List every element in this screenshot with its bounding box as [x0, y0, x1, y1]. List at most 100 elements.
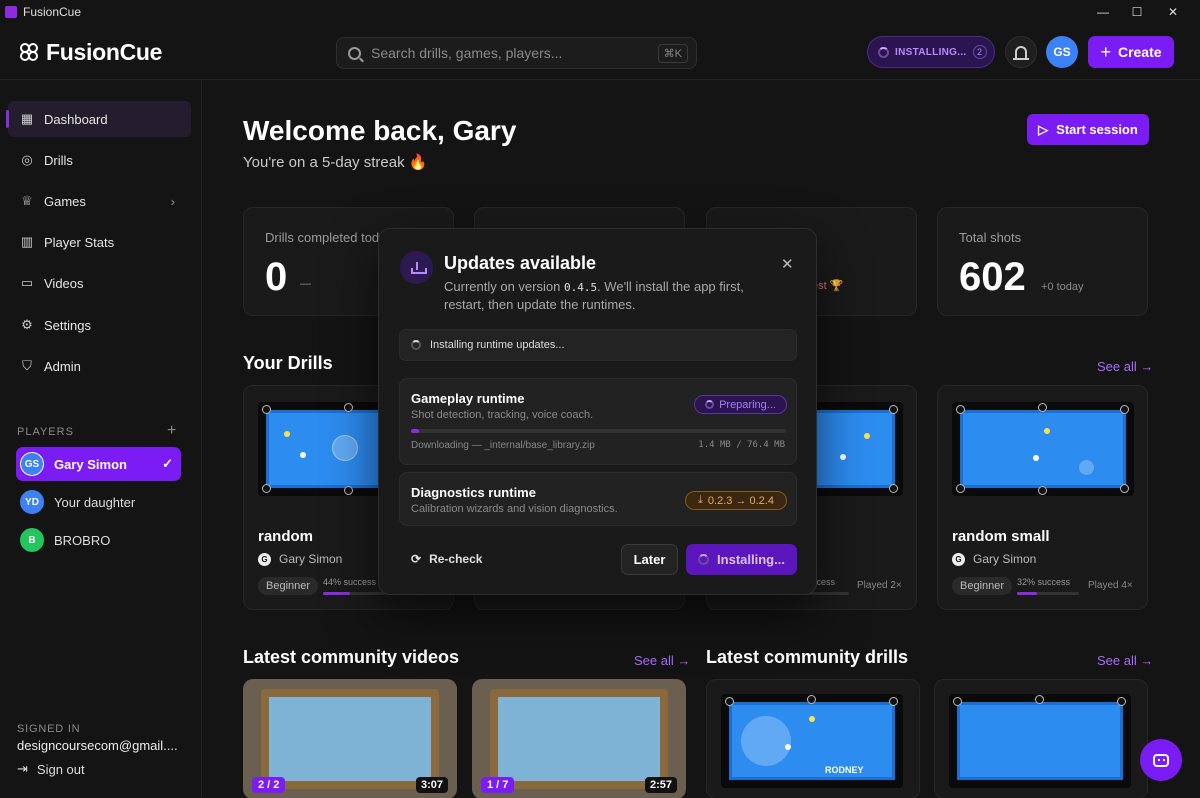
- modal-description: Currently on version 0.4.5. We'll instal…: [444, 279, 744, 312]
- spinner-icon: [705, 400, 715, 409]
- video-duration: 3:07: [415, 777, 448, 793]
- drill-card-random-small[interactable]: random small G Gary Simon Beginner 32% s…: [937, 385, 1148, 610]
- see-all-videos-link[interactable]: See all →: [634, 653, 690, 668]
- runtime-card-diagnostics: Diagnostics runtime Calibration wizards …: [399, 472, 797, 526]
- sidebar-item-videos[interactable]: ▭ Videos: [8, 265, 191, 301]
- version-change-pill: ⤓ 0.2.3 → 0.2.4: [685, 491, 787, 510]
- level-badge: Beginner: [258, 577, 319, 595]
- community-drills-title: Latest community drills: [706, 647, 909, 667]
- drill-author: G Gary Simon: [258, 552, 342, 566]
- download-file: Downloading — _internal/base_library.zip: [411, 440, 595, 451]
- bot-icon: [1153, 753, 1169, 767]
- signed-in-email: designcoursecom@gmail....: [17, 738, 178, 753]
- runtime-card-gameplay: Gameplay runtime Shot detection, trackin…: [399, 378, 797, 465]
- start-session-button[interactable]: ▷ Start session: [1027, 114, 1149, 145]
- download-progress-bar: [411, 429, 786, 433]
- author-icon: G: [258, 552, 271, 566]
- sidebar-item-label: Drills: [44, 152, 73, 168]
- player-avatar: GS: [20, 452, 44, 476]
- sign-out-label: Sign out: [36, 761, 85, 777]
- current-version: 0.4.5: [563, 281, 598, 294]
- sidebar-item-admin[interactable]: ⛉ Admin: [8, 348, 191, 384]
- notifications-button[interactable]: [1005, 36, 1037, 68]
- success-bar: [1017, 592, 1079, 595]
- installing-button[interactable]: Installing...: [686, 544, 797, 575]
- close-icon[interactable]: ✕: [781, 255, 794, 273]
- sign-out-button[interactable]: ⇥ Sign out: [17, 761, 85, 777]
- sidebar-item-label: Videos: [44, 275, 84, 291]
- streak-text: You're on a 5-day streak 🔥: [243, 154, 428, 171]
- chevron-right-icon: ›: [170, 193, 175, 209]
- drill-author: G Gary Simon: [952, 552, 1036, 566]
- video-index-badge: 2 / 2: [252, 777, 286, 793]
- refresh-icon: ⟳: [411, 552, 422, 566]
- success-bar: [323, 592, 385, 595]
- runtime-desc: Shot detection, tracking, voice coach.: [411, 409, 594, 421]
- spinner-icon: [698, 554, 710, 565]
- players-section-label: PLAYERS: [17, 426, 74, 438]
- shield-icon: ⛉: [22, 358, 32, 373]
- community-drill-card[interactable]: [934, 679, 1148, 798]
- sidebar-item-label: Settings: [44, 317, 91, 333]
- see-all-community-drills-link[interactable]: See all →: [1097, 653, 1153, 668]
- recheck-button[interactable]: ⟳ Re-check: [411, 552, 482, 566]
- pool-table-diagram: RODNEY: [721, 694, 903, 788]
- sidebar-item-player-stats[interactable]: ▥ Player Stats: [8, 224, 191, 260]
- runtime-state-pill: Preparing...: [694, 395, 787, 414]
- window-title: FusionCue: [23, 5, 82, 19]
- see-all-drills-link[interactable]: See all →: [1097, 359, 1153, 374]
- video-duration: 2:57: [644, 777, 677, 793]
- community-drill-card[interactable]: RODNEY: [706, 679, 920, 798]
- logo[interactable]: FusionCue: [20, 39, 162, 66]
- later-button[interactable]: Later: [621, 544, 678, 575]
- search-input[interactable]: [371, 45, 641, 61]
- user-avatar[interactable]: GS: [1046, 36, 1078, 68]
- player-name: Gary Simon: [54, 456, 127, 472]
- assistant-bot-button[interactable]: [1140, 739, 1182, 781]
- player-item-gary-simon[interactable]: GS Gary Simon ✓: [16, 447, 181, 481]
- runtime-desc: Calibration wizards and vision diagnosti…: [411, 503, 618, 515]
- app-icon: [5, 6, 17, 18]
- updates-modal: Updates available Currently on version 0…: [378, 228, 817, 595]
- sidebar-item-settings[interactable]: ⚙ Settings: [8, 307, 191, 343]
- close-window-button[interactable]: ✕: [1150, 0, 1196, 24]
- search-icon: [348, 46, 361, 60]
- search-shortcut: ⌘K: [657, 44, 688, 63]
- author-icon: G: [952, 552, 965, 566]
- search-bar[interactable]: ⌘K: [336, 37, 697, 69]
- installing-status-pill[interactable]: INSTALLING... 2: [867, 36, 995, 68]
- stat-label: Total shots: [959, 230, 1022, 245]
- video-index-badge: 1 / 7: [481, 777, 515, 793]
- spinner-icon: [878, 46, 889, 58]
- add-player-button[interactable]: +: [167, 422, 176, 440]
- player-item-your-daughter[interactable]: YD Your daughter: [16, 485, 181, 519]
- stat-sub: +0 today: [1041, 281, 1084, 293]
- sidebar-item-games[interactable]: ♕ Games ›: [8, 183, 191, 219]
- signed-in-label: SIGNED IN: [17, 723, 81, 735]
- video-thumbnail: [261, 689, 439, 789]
- success-rate: 32% success: [1017, 577, 1071, 587]
- sign-out-icon: ⇥: [17, 761, 28, 776]
- sidebar-item-drills[interactable]: ◎ Drills: [8, 142, 191, 178]
- player-item-brobro[interactable]: B BROBRO: [16, 523, 181, 557]
- runtime-name: Gameplay runtime: [411, 391, 525, 406]
- played-count: Played 2×: [857, 580, 902, 591]
- community-drill-label: RODNEY: [825, 765, 864, 775]
- download-icon: [400, 251, 433, 284]
- player-avatar: YD: [20, 490, 44, 514]
- your-drills-title: Your Drills: [243, 353, 333, 373]
- video-card[interactable]: 1 / 7 2:57: [472, 679, 686, 798]
- player-name: Your daughter: [54, 494, 136, 510]
- runtime-name: Diagnostics runtime: [411, 485, 536, 500]
- played-count: Played 4×: [1088, 580, 1133, 591]
- sidebar: ▦ Dashboard ◎ Drills ♕ Games › ▥ Player …: [0, 80, 202, 798]
- start-session-label: Start session: [1056, 122, 1138, 137]
- page-title: Welcome back, Gary: [243, 115, 517, 146]
- video-card[interactable]: 2 / 2 3:07: [243, 679, 457, 798]
- stat-sub: —: [300, 278, 311, 290]
- sidebar-item-dashboard[interactable]: ▦ Dashboard: [6, 101, 191, 137]
- play-icon: ▷: [1038, 121, 1049, 137]
- create-button[interactable]: + Create: [1088, 36, 1174, 68]
- download-icon: ⤓: [698, 494, 703, 506]
- check-icon: ✓: [162, 456, 173, 471]
